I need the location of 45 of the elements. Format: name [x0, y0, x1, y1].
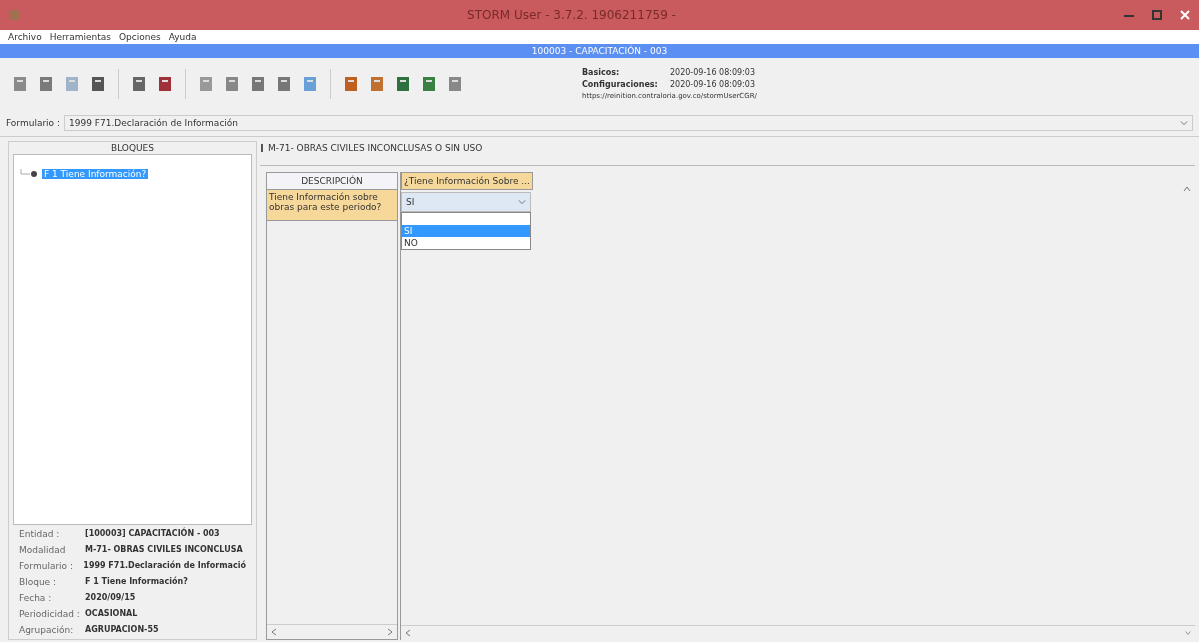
menu-item[interactable]: Herramientas [49, 32, 111, 42]
menu-item[interactable]: Ayuda [168, 32, 197, 42]
detail-value: M-71- OBRAS CIVILES INCONCLUSA [85, 545, 243, 555]
scroll-left-icon[interactable] [271, 628, 277, 636]
menu-item[interactable]: Archivo [8, 32, 42, 42]
answer-dropdown[interactable]: SI [401, 192, 531, 212]
detail-value: 2020/09/15 [85, 593, 136, 603]
section-title: M-71- OBRAS CIVILES INCONCLUSAS O SIN USO [268, 143, 483, 153]
detail-label: Modalidad [19, 545, 67, 555]
window-title: STORM User - 3.7.2. 1906211759 - [466, 8, 677, 22]
chevron-icon [518, 199, 526, 205]
close-icon[interactable] [1179, 9, 1191, 21]
info-value: 2020-09-16 08:09:03 [670, 68, 755, 77]
info-label: Configuraciones: [582, 80, 659, 89]
chevron-icon [1180, 120, 1188, 126]
detail-label: Agrupación: [19, 625, 75, 635]
info-value: 2020-09-16 08:09:03 [670, 80, 755, 89]
dropdown-option[interactable]: NO [402, 237, 530, 249]
detail-label: Formulario : [19, 561, 74, 571]
scroll-left-icon[interactable] [405, 629, 411, 637]
formulario-label: Formulario : [6, 118, 60, 128]
detail-label: Periodicidad : [19, 609, 81, 619]
scroll-right-icon[interactable] [387, 628, 393, 636]
app-icon [8, 9, 20, 21]
info-label: Basicos: [582, 68, 621, 77]
detail-label: Fecha : [19, 593, 53, 603]
detail-label: Bloque : [19, 577, 58, 587]
tree-node-icon [20, 169, 40, 179]
panel-header: BLOQUES [110, 142, 155, 154]
description-cell: Tiene Información sobre obras para este periodo? [267, 190, 397, 221]
menu-item[interactable]: Opciones [118, 32, 161, 42]
detail-value: OCASIONAL [85, 609, 138, 619]
detail-value: 1999 F71.Declaración de Informació [83, 561, 246, 571]
detail-label: Entidad : [19, 529, 61, 539]
detail-value: F 1 Tiene Información? [85, 577, 188, 587]
scroll-up-icon[interactable] [1183, 186, 1191, 192]
column-header: ¿Tiene Información Sobre ... [401, 172, 533, 190]
column-header: DESCRIPCIÓN [267, 173, 397, 190]
formulario-dropdown[interactable]: 1999 F71.Declaración de Información [64, 115, 1193, 131]
maximize-icon[interactable] [1151, 9, 1163, 21]
entity-bar: 100003 - CAPACITACIÓN - 003 [0, 44, 1199, 58]
scroll-down-icon[interactable] [1185, 629, 1191, 637]
detail-value: AGRUPACION-55 [85, 625, 159, 635]
splitter-icon[interactable] [260, 143, 264, 153]
detail-value: [100003] CAPACITACIÓN - 003 [85, 529, 220, 539]
